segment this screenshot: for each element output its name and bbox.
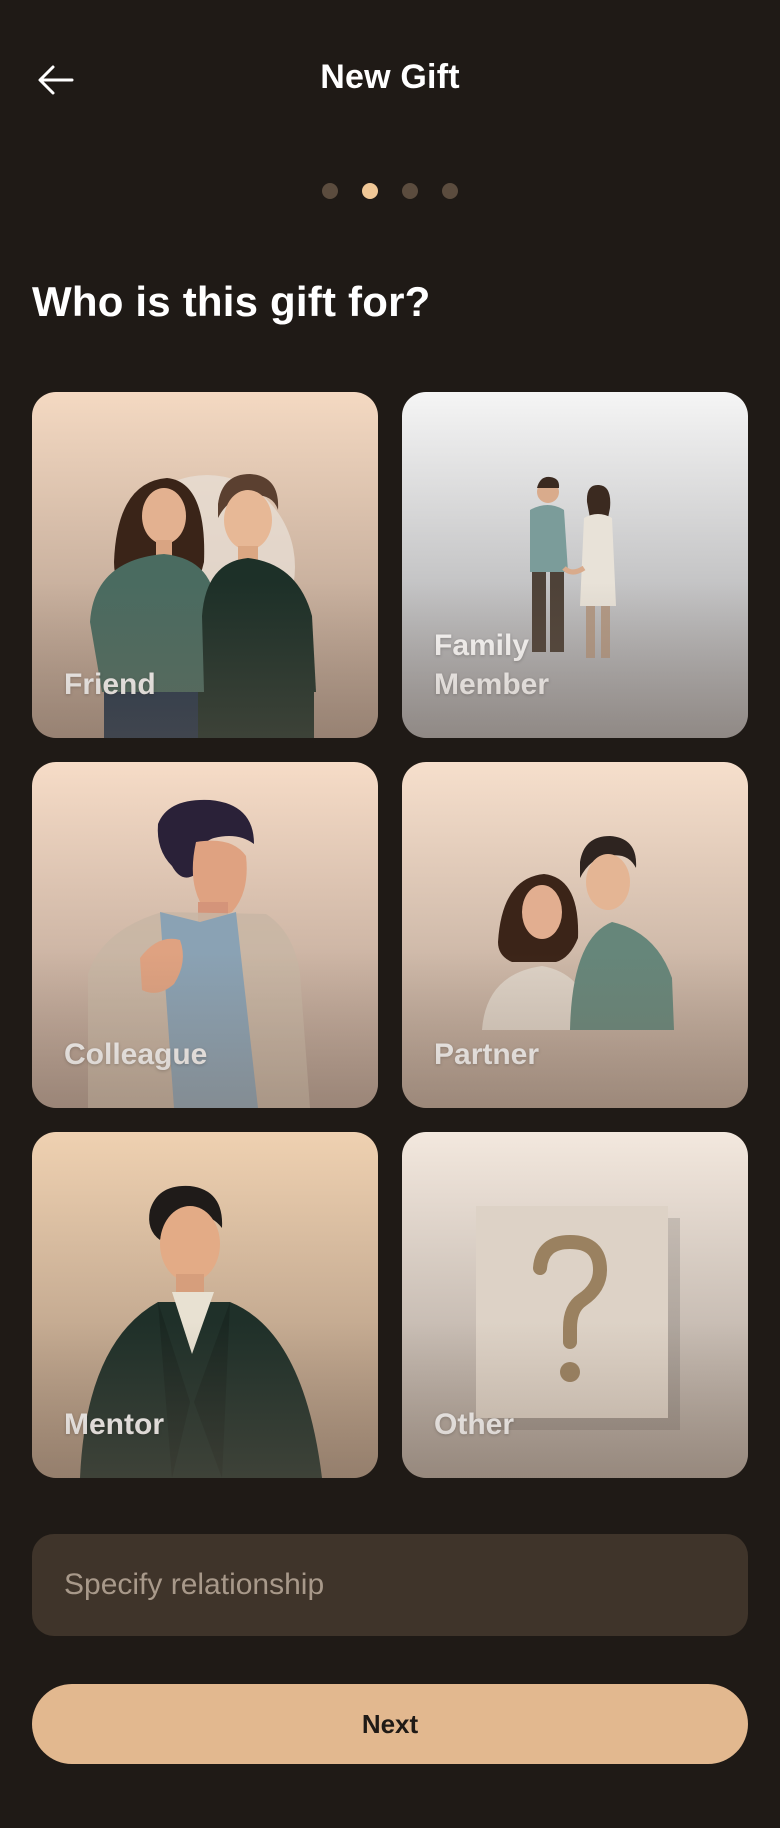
step-dot-3 xyxy=(402,183,418,199)
gift-wizard-screen: New Gift Who is this gift for? Friend Fa… xyxy=(0,0,780,1828)
card-mentor[interactable]: Mentor xyxy=(32,1132,378,1478)
card-label: Family Member xyxy=(434,629,550,701)
specify-relationship-input[interactable] xyxy=(32,1534,748,1636)
step-indicator xyxy=(0,183,780,199)
step-dot-1 xyxy=(322,183,338,199)
card-other[interactable]: Other xyxy=(402,1132,748,1478)
step-dot-2-active xyxy=(362,183,378,199)
card-label: Partner xyxy=(434,1038,540,1071)
card-family-member[interactable]: Family Member xyxy=(402,392,748,738)
card-label: Friend xyxy=(64,668,156,701)
question-heading: Who is this gift for? xyxy=(32,278,431,325)
recipient-grid: Friend Family Member Colleague Partner M… xyxy=(32,392,748,1478)
card-colleague[interactable]: Colleague xyxy=(32,762,378,1108)
page-title: New Gift xyxy=(320,58,460,96)
next-button[interactable]: Next xyxy=(32,1684,748,1764)
card-label: Colleague xyxy=(64,1038,208,1071)
card-friend[interactable]: Friend xyxy=(32,392,378,738)
card-label: Other xyxy=(434,1408,515,1441)
card-label: Mentor xyxy=(64,1408,164,1441)
step-dot-4 xyxy=(442,183,458,199)
header: New Gift xyxy=(0,0,780,160)
card-partner[interactable]: Partner xyxy=(402,762,748,1108)
